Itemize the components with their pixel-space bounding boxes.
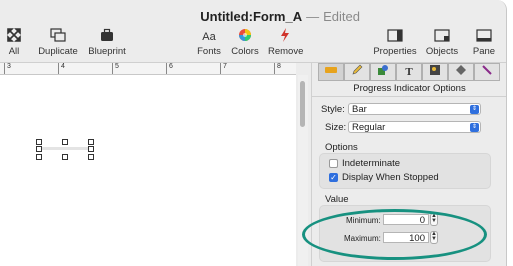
tab-scripts[interactable] (474, 63, 500, 81)
pane-icon (470, 28, 498, 46)
objects-button[interactable]: Objects (424, 28, 460, 57)
edited-status: Edited (323, 9, 360, 24)
wand-icon (481, 65, 493, 79)
resize-handle[interactable] (62, 154, 68, 160)
progress-bar-track (40, 147, 92, 150)
size-select[interactable]: Regular ⇕ (348, 121, 481, 133)
tab-appearance[interactable] (318, 63, 344, 81)
checkmark-icon: ✓ (330, 173, 337, 182)
pencil-icon (351, 64, 363, 79)
properties-button[interactable]: Properties (372, 28, 418, 57)
indeterminate-label: Indeterminate (342, 158, 401, 169)
fonts-icon: Aa (202, 31, 216, 43)
all-label: All (8, 46, 20, 57)
horizontal-ruler: 3 4 5 6 7 8 (0, 63, 296, 75)
style-value: Bar (352, 104, 367, 115)
text-icon: T (405, 66, 413, 78)
tab-edit[interactable] (344, 63, 370, 81)
fonts-label: Fonts (197, 46, 221, 57)
size-value: Regular (352, 122, 386, 133)
resize-handle[interactable] (88, 139, 94, 145)
image-icon (429, 65, 441, 79)
indeterminate-checkbox[interactable] (329, 159, 338, 168)
display-when-stopped-checkbox[interactable]: ✓ (329, 173, 338, 182)
ruler-tick: 5 (112, 63, 119, 74)
diamond-icon (455, 65, 467, 79)
duplicate-button[interactable]: Duplicate (38, 28, 78, 57)
form-canvas[interactable] (0, 75, 296, 266)
highlight-ellipse (302, 209, 487, 260)
ruler-tick: 7 (220, 63, 227, 74)
ruler-tick: 8 (274, 63, 281, 74)
pane-button[interactable]: Pane (470, 28, 498, 57)
duplicate-icon (38, 28, 78, 46)
remove-button[interactable]: Remove (268, 28, 304, 57)
properties-panel-icon (372, 28, 418, 46)
window-title: Untitled:Form_A — Edited (0, 9, 360, 24)
chevron-updown-icon: ⇕ (470, 105, 479, 114)
progress-indicator-object[interactable] (36, 139, 94, 160)
tab-text[interactable]: T (396, 63, 422, 81)
briefcase-icon (87, 28, 127, 46)
objects-label: Objects (425, 46, 459, 57)
tab-position[interactable] (370, 63, 396, 81)
resize-handle[interactable] (36, 154, 42, 160)
resize-handle[interactable] (88, 146, 94, 152)
options-group: Indeterminate ✓ Display When Stopped (319, 153, 491, 189)
chevron-updown-icon: ⇕ (470, 123, 479, 132)
colors-label: Colors (231, 46, 259, 57)
ruler-tick: 4 (58, 63, 65, 74)
all-button[interactable]: All (3, 28, 25, 57)
tab-behavior[interactable] (448, 63, 474, 81)
duplicate-label: Duplicate (38, 46, 78, 57)
fonts-button[interactable]: Aa Fonts (195, 28, 223, 57)
style-select[interactable]: Bar ⇕ (348, 103, 481, 115)
document-name: Untitled:Form_A (200, 9, 303, 24)
objects-panel-icon (424, 28, 460, 46)
size-label: Size: (325, 122, 347, 133)
pane-label: Pane (472, 46, 496, 57)
resize-handle[interactable] (62, 139, 68, 145)
ruler-tick: 3 (4, 63, 11, 74)
properties-label: Properties (373, 46, 417, 57)
tab-image[interactable] (422, 63, 448, 81)
lightning-icon (268, 28, 302, 46)
expand-arrows-icon (3, 28, 25, 46)
scrollbar-thumb[interactable] (300, 81, 305, 127)
resize-handle[interactable] (36, 139, 42, 145)
colors-button[interactable]: Colors (229, 28, 261, 57)
value-heading: Value (325, 194, 349, 205)
ruler-tick: 6 (166, 63, 173, 74)
toolbar: Untitled:Form_A — Edited All Duplicate Blu… (0, 0, 506, 63)
display-when-stopped-label: Display When Stopped (342, 172, 439, 183)
resize-handle[interactable] (88, 154, 94, 160)
blueprint-button[interactable]: Blueprint (87, 28, 127, 57)
blueprint-label: Blueprint (88, 46, 126, 57)
style-label: Style: (321, 104, 345, 115)
remove-label: Remove (268, 46, 304, 57)
color-wheel-icon (229, 28, 261, 46)
resize-handle[interactable] (36, 146, 42, 152)
inspector-title: Progress Indicator Options (312, 81, 506, 97)
options-heading: Options (325, 142, 358, 153)
title-separator: — (306, 9, 320, 24)
shapes-icon (377, 65, 389, 79)
gold-bar-icon (324, 66, 338, 78)
